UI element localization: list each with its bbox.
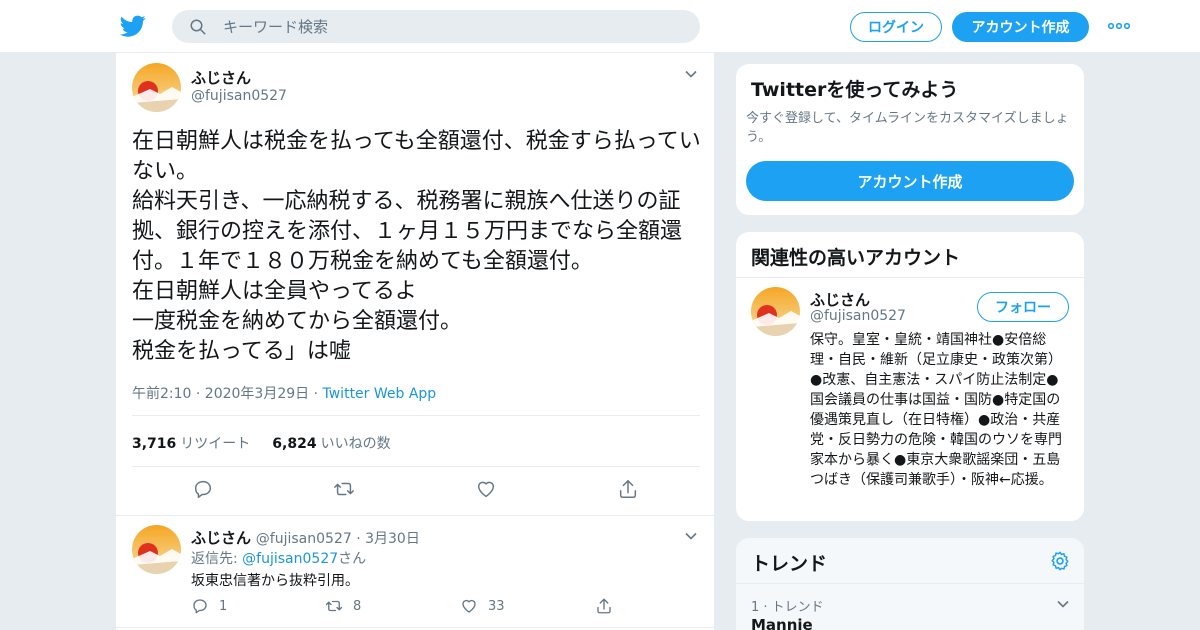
signup-card: Twitterを使ってみよう 今すぐ登録して、タイムラインをカスタマイズしましょ… — [735, 63, 1085, 216]
retweet-count-label: リツイート — [180, 436, 251, 452]
signup-button[interactable]: アカウント作成 — [952, 12, 1089, 42]
like-heart-icon — [462, 599, 476, 613]
trend-rank: 1 · トレンド — [751, 600, 824, 615]
retweet-count: 8 — [353, 598, 362, 614]
related-account-handle[interactable]: @fujisan0527 — [810, 308, 906, 324]
reply-author-name: ふじさん — [191, 529, 252, 547]
chevron-down-icon[interactable] — [684, 529, 698, 543]
like-count-label: いいねの数 — [320, 436, 391, 452]
related-account-bio: 保守。皇室・皇統・靖国神社●安倍総理・自民・維新（足立康史・政策次第）●改憲、自… — [810, 332, 1062, 488]
reply-to-link[interactable]: @fujisan0527 — [242, 551, 338, 567]
trends-header: トレンド — [736, 538, 1084, 584]
divider — [132, 415, 700, 416]
share-button[interactable] — [595, 597, 613, 615]
divider — [116, 627, 714, 628]
reply-tweet[interactable]: ふじさん @fujisan0527 · 3月30日 返信先: @fujisan0… — [132, 525, 700, 625]
like-heart-icon[interactable] — [475, 478, 497, 500]
chevron-down-icon[interactable] — [1056, 597, 1070, 611]
author-name[interactable]: ふじさん — [191, 67, 251, 88]
tweet-actions — [132, 478, 700, 504]
trend-item[interactable]: 1 · トレンド Mannie — [736, 585, 1084, 630]
signup-card-description: 今すぐ登録して、タイムラインをカスタマイズしましょう。 — [746, 111, 1069, 145]
signup-card-title: Twitterを使ってみよう — [751, 79, 959, 101]
related-account-name[interactable]: ふじさん — [810, 289, 870, 310]
search-input[interactable] — [223, 17, 643, 36]
like-count-value: 6,824 — [272, 436, 317, 452]
login-button[interactable]: ログイン — [850, 12, 942, 42]
reply-handle-date: @fujisan0527 · 3月30日 — [255, 531, 420, 547]
author-handle[interactable]: @fujisan0527 — [191, 88, 287, 104]
trends-title: トレンド — [751, 553, 828, 575]
search-icon — [190, 19, 206, 34]
reply-button[interactable]: 1 — [191, 597, 227, 615]
trend-name: Mannie — [751, 616, 813, 630]
reply-icon[interactable] — [192, 478, 214, 500]
like-button[interactable]: 33 — [460, 597, 505, 615]
reply-actions: 1 8 33 — [191, 597, 621, 619]
retweet-count-value: 3,716 — [132, 436, 177, 452]
gear-icon[interactable] — [1049, 550, 1071, 572]
retweet-button[interactable]: 8 — [325, 597, 361, 615]
share-icon — [597, 598, 611, 614]
related-accounts-card: 関連性の高いアカウント ふじさん @fujisan0527 フォロー 保守。皇室… — [735, 231, 1085, 522]
divider — [736, 277, 1084, 278]
tweet-header: ふじさん @fujisan0527 — [132, 63, 700, 123]
avatar[interactable] — [751, 287, 800, 336]
related-accounts-title: 関連性の高いアカウント — [751, 247, 961, 269]
divider — [132, 466, 700, 467]
like-count[interactable]: 6,824 いいねの数 — [272, 433, 390, 453]
avatar[interactable] — [132, 63, 181, 112]
reply-to-suffix: さん — [338, 551, 367, 567]
retweet-count[interactable]: 3,716 リツイート — [132, 433, 250, 453]
share-icon[interactable] — [617, 478, 639, 500]
tweet-stats: 3,716 リツイート 6,824 いいねの数 — [132, 433, 391, 453]
twitter-bird-icon[interactable] — [120, 13, 146, 39]
divider — [116, 515, 714, 516]
reply-to-prefix: 返信先: — [191, 551, 243, 567]
top-navigation-bar: ログイン アカウント作成 — [0, 0, 1200, 53]
chevron-down-icon[interactable] — [684, 67, 698, 81]
search-box[interactable] — [172, 10, 700, 43]
retweet-icon — [325, 600, 343, 612]
create-account-button[interactable]: アカウント作成 — [746, 161, 1074, 201]
trends-card: トレンド 1 · トレンド Mannie — [735, 537, 1085, 630]
tweet-column: ふじさん @fujisan0527 在日朝鮮人は税金を払っても全額還付、税金すら… — [115, 53, 715, 630]
tweet-timestamp: 午前2:10 · 2020年3月29日 · Twitter Web App — [132, 383, 436, 403]
tweet-source-app[interactable]: Twitter Web App — [323, 386, 437, 402]
like-count: 33 — [488, 598, 505, 614]
tweet-text: 在日朝鮮人は税金を払っても全額還付、税金すら払っていない。 給料天引き、一応納税… — [132, 129, 701, 364]
reply-author[interactable]: ふじさん @fujisan0527 · 3月30日 — [191, 527, 420, 548]
follow-button[interactable]: フォロー — [977, 292, 1069, 322]
reply-to-line: 返信先: @fujisan0527さん — [191, 548, 366, 568]
retweet-icon[interactable] — [333, 478, 355, 500]
reply-icon — [193, 599, 207, 614]
reply-text: 坂東忠信著から抜粋引用。 — [191, 573, 359, 589]
more-options-icon[interactable] — [1107, 18, 1131, 34]
tweet-time[interactable]: 午前2:10 · 2020年3月29日 · — [132, 386, 323, 402]
avatar[interactable] — [132, 525, 181, 574]
reply-count: 1 — [219, 598, 228, 614]
